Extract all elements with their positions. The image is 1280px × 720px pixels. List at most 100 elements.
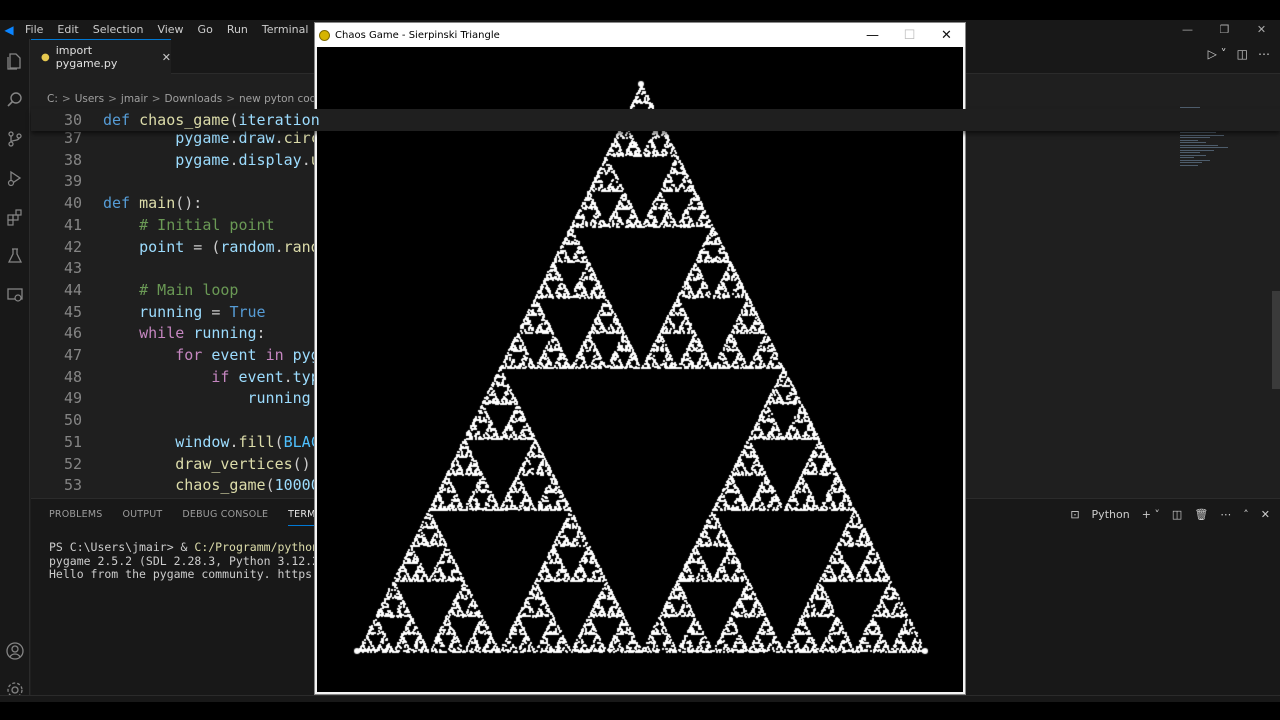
close-panel-icon[interactable]: ✕ [1261, 508, 1270, 521]
source-control-icon[interactable] [5, 129, 25, 149]
breadcrumb-separator: > [226, 93, 236, 105]
letterbox-bottom [0, 702, 1280, 720]
more-actions-icon[interactable]: ⋯ [1258, 47, 1270, 61]
line-source: pygame.display.u [175, 150, 320, 169]
breadcrumb-separator: > [108, 93, 117, 105]
more-icon[interactable]: ⋯ [1220, 508, 1231, 521]
maximize-panel-icon[interactable]: ˄ [1243, 508, 1249, 521]
activity-bar [0, 39, 30, 698]
breadcrumb-item[interactable]: Users [75, 93, 104, 105]
pygame-title-bar[interactable]: Chaos Game - Sierpinski Triangle — ☐ ✕ [315, 23, 965, 47]
pygame-minimize-icon[interactable]: — [854, 23, 891, 47]
tab-close-icon[interactable]: ✕ [162, 51, 171, 64]
line-source: if event.typ [211, 367, 320, 386]
menu-go[interactable]: Go [191, 23, 220, 36]
menu-view[interactable]: View [150, 23, 190, 36]
editor-scrollbar[interactable] [1272, 291, 1280, 389]
line-source: def chaos_game(iteration [103, 111, 320, 129]
line-source: window.fill(BLAC [175, 432, 320, 451]
breadcrumb-item[interactable]: C: [47, 93, 58, 105]
line-source: def main(): [103, 194, 203, 213]
panel-tab-problems[interactable]: PROBLEMS [49, 509, 102, 526]
line-number: 42 [63, 237, 82, 256]
extensions-icon[interactable] [5, 207, 25, 227]
panel-tab-debug-console[interactable]: DEBUG CONSOLE [182, 509, 268, 526]
account-icon[interactable] [5, 641, 25, 661]
panel-actions: ⊡ Python + ˅ ◫ 🗑 ⋯ ˄ ✕ [1070, 508, 1270, 521]
breadcrumb-separator: > [151, 93, 161, 105]
explorer-icon[interactable] [5, 51, 25, 71]
terminal-profile-icon: ⊡ [1070, 508, 1080, 521]
menu-bar: FileEditSelectionViewGoRunTerminalHelp [18, 23, 354, 36]
tab-import-pygame[interactable]: ● import pygame.py ✕ [31, 39, 171, 74]
vscode-logo-icon: ◀ [4, 22, 14, 37]
terminal-line-hello: Hello from the pygame community. https:/… [49, 567, 333, 581]
line-number: 30 [63, 111, 82, 129]
line-source: # Initial point [139, 215, 275, 234]
line-number: 47 [63, 346, 82, 364]
line-source: point = (random.rand [139, 237, 320, 256]
line-source: # Main loop [139, 280, 239, 299]
line-number: 50 [63, 411, 82, 430]
minimize-icon[interactable]: — [1169, 20, 1206, 39]
line-source: chaos_game(10000 [175, 476, 320, 495]
line-source: running [247, 389, 311, 408]
line-number: 41 [63, 215, 82, 234]
line-number: 39 [63, 172, 82, 191]
terminal-profile-label[interactable]: Python [1092, 508, 1130, 521]
search-icon[interactable] [5, 90, 25, 110]
terminal-output[interactable]: PS C:\Users\jmair> & C:/Programm/python.… [49, 540, 333, 582]
split-editor-icon[interactable]: ◫ [1237, 47, 1248, 61]
pygame-maximize-icon: ☐ [903, 27, 916, 43]
editor-actions: ▷ ˅ ◫ ⋯ [1208, 47, 1270, 61]
line-source: while running: [139, 324, 266, 343]
breadcrumb: C: > Users > jmair > Downloads > new pyton code … [47, 93, 358, 105]
line-number: 48 [63, 367, 82, 386]
menu-run[interactable]: Run [220, 23, 255, 36]
line-number: 43 [63, 259, 82, 278]
line-number: 44 [63, 280, 82, 299]
breadcrumb-separator: > [61, 93, 71, 105]
line-number: 49 [63, 389, 82, 408]
breadcrumb-item[interactable]: Downloads [165, 93, 223, 105]
menu-file[interactable]: File [18, 23, 50, 36]
pygame-snake-icon [319, 29, 330, 41]
line-number: 53 [63, 476, 82, 495]
split-terminal-icon[interactable]: ◫ [1172, 508, 1182, 521]
window-controls: — ❐ ✕ [1169, 20, 1280, 39]
line-number: 45 [63, 302, 82, 321]
pygame-close-icon[interactable]: ✕ [928, 23, 965, 47]
panel-tabs: PROBLEMSOUTPUTDEBUG CONSOLETERMINAL [49, 509, 339, 526]
terminal-line-pygame-version: pygame 2.5.2 (SDL 2.28.3, Python 3.12.2) [49, 553, 326, 568]
run-debug-icon[interactable] [5, 168, 25, 188]
remote-explorer-icon[interactable] [5, 285, 25, 305]
line-number: 38 [63, 150, 82, 169]
status-bar [0, 695, 1280, 702]
sierpinski-triangle-canvas [317, 47, 963, 692]
sticky-scroll-line[interactable]: 30 def chaos_game(iteration [31, 109, 1280, 131]
terminal-command-path: C:/Programm/python.e [194, 540, 333, 554]
line-number: 46 [63, 324, 82, 343]
restore-icon[interactable]: ❐ [1206, 20, 1243, 39]
close-icon[interactable]: ✕ [1243, 20, 1280, 39]
line-source: for event in pyg [175, 346, 320, 364]
line-source: draw_vertices() [175, 454, 311, 473]
terminal-prompt: PS C:\Users\jmair> & [49, 540, 195, 554]
line-source: running = True [139, 302, 266, 321]
tab-label: import pygame.py [55, 44, 118, 70]
testing-icon[interactable] [5, 246, 25, 266]
run-file-icon[interactable]: ▷ ˅ [1208, 47, 1227, 61]
line-number: 40 [63, 194, 82, 213]
menu-terminal[interactable]: Terminal [255, 23, 316, 36]
kill-terminal-icon[interactable]: 🗑 [1194, 508, 1208, 521]
letterbox-top [0, 0, 1280, 20]
menu-selection[interactable]: Selection [86, 23, 151, 36]
panel-tab-output[interactable]: OUTPUT [122, 509, 162, 526]
pygame-window-title: Chaos Game - Sierpinski Triangle [335, 29, 500, 41]
breadcrumb-item[interactable]: jmair [121, 93, 148, 105]
line-number: 52 [63, 454, 82, 473]
menu-edit[interactable]: Edit [50, 23, 85, 36]
new-terminal-icon[interactable]: + ˅ [1142, 508, 1160, 521]
pygame-window-controls: — ☐ ✕ [854, 23, 965, 47]
line-number: 51 [63, 432, 82, 451]
